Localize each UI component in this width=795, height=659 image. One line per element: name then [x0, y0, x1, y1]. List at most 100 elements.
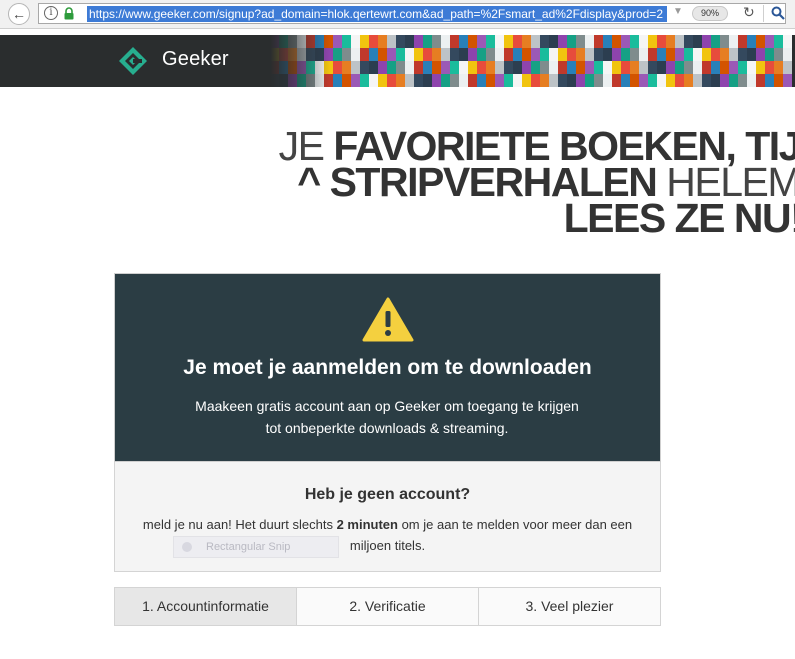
book-cover-tile — [540, 61, 549, 74]
book-cover-tile — [504, 61, 513, 74]
book-cover-tile — [621, 61, 630, 74]
book-cover-tile — [738, 48, 747, 61]
book-cover-tile — [630, 74, 639, 87]
book-cover-tile — [468, 35, 477, 48]
info-icon[interactable]: i — [44, 6, 58, 20]
book-cover-tile — [576, 35, 585, 48]
book-cover-tile — [675, 61, 684, 74]
book-cover-tile — [693, 61, 702, 74]
brand-name[interactable]: Geeker — [162, 48, 229, 71]
book-cover-tile — [360, 35, 369, 48]
snip-label: Rectangular Snip — [206, 541, 291, 553]
book-cover-tile — [603, 48, 612, 61]
book-cover-tile — [495, 48, 504, 61]
toolbar-divider — [763, 5, 764, 22]
book-cover-tile — [414, 74, 423, 87]
book-cover-tile — [567, 61, 576, 74]
book-cover-tile — [711, 61, 720, 74]
back-arrow-icon[interactable]: ← — [8, 3, 30, 25]
book-cover-tile — [657, 74, 666, 87]
book-cover-tile — [639, 74, 648, 87]
book-cover-tile — [648, 61, 657, 74]
book-cover-tile — [603, 61, 612, 74]
book-cover-tile — [765, 35, 774, 48]
book-cover-tile — [729, 74, 738, 87]
no-account-text-bold: 2 minuten — [336, 517, 398, 532]
url-dropdown-icon[interactable]: ▼ — [673, 6, 683, 17]
reload-icon[interactable]: ↻ — [743, 4, 755, 21]
book-cover-tile — [576, 74, 585, 87]
book-cover-tile — [369, 74, 378, 87]
book-cover-tile — [693, 48, 702, 61]
no-account-panel: Heb je geen account? meld je nu aan! Het… — [114, 462, 661, 572]
book-cover-tile — [756, 74, 765, 87]
headline-line-3: LEES ZE NU! — [240, 198, 795, 239]
book-cover-tile — [603, 35, 612, 48]
step-enjoy[interactable]: 3. Veel plezier — [479, 588, 660, 625]
book-cover-tile — [531, 35, 540, 48]
book-cover-tile — [567, 74, 576, 87]
book-cover-tile — [666, 48, 675, 61]
book-cover-tile — [585, 61, 594, 74]
book-cover-tile — [333, 35, 342, 48]
book-cover-tile — [459, 48, 468, 61]
book-cover-tile — [378, 48, 387, 61]
book-cover-tile — [405, 61, 414, 74]
book-cover-tile — [783, 61, 792, 74]
book-cover-tile — [513, 61, 522, 74]
book-cover-tile — [396, 61, 405, 74]
book-cover-tile — [468, 61, 477, 74]
book-cover-tile — [684, 74, 693, 87]
notice-title: Je moet je aanmelden om te downloaden — [183, 356, 592, 379]
book-cover-tile — [612, 35, 621, 48]
book-cover-tile — [684, 48, 693, 61]
book-cover-tile — [558, 35, 567, 48]
book-cover-tile — [333, 74, 342, 87]
book-cover-tile — [738, 74, 747, 87]
book-cover-tile — [720, 48, 729, 61]
book-cover-tile — [378, 61, 387, 74]
book-cover-tile — [450, 48, 459, 61]
book-cover-tile — [387, 35, 396, 48]
rectangular-snip-overlay: Rectangular Snip — [173, 536, 339, 558]
book-cover-tile — [765, 61, 774, 74]
book-cover-tile — [468, 74, 477, 87]
book-cover-tile — [423, 74, 432, 87]
step-account-info[interactable]: 1. Accountinformatie — [115, 588, 297, 625]
book-cover-tile — [702, 61, 711, 74]
book-cover-tile — [423, 48, 432, 61]
book-cover-tile — [522, 35, 531, 48]
book-cover-tile — [621, 48, 630, 61]
book-cover-tile — [729, 35, 738, 48]
book-cover-tile — [504, 35, 513, 48]
book-cover-tile — [675, 35, 684, 48]
url-text[interactable]: https://www.geeker.com/signup?ad_domain=… — [87, 6, 667, 22]
book-cover-tile — [585, 35, 594, 48]
book-cover-tile — [675, 74, 684, 87]
book-cover-tile — [639, 48, 648, 61]
book-cover-tile — [414, 35, 423, 48]
search-icon[interactable] — [771, 6, 785, 20]
zoom-level-badge[interactable]: 90% — [692, 6, 728, 21]
book-cover-tile — [531, 74, 540, 87]
book-cover-tile — [657, 61, 666, 74]
step-verification[interactable]: 2. Verificatie — [297, 588, 479, 625]
warning-icon — [362, 297, 414, 342]
book-cover-tile — [639, 61, 648, 74]
address-bar[interactable]: i https://www.geeker.com/signup?ad_domai… — [38, 3, 786, 24]
book-cover-tile — [522, 48, 531, 61]
book-cover-tile — [783, 35, 792, 48]
book-cover-tile — [441, 48, 450, 61]
book-cover-tile — [477, 35, 486, 48]
book-cover-tile — [486, 74, 495, 87]
book-cover-tile — [720, 35, 729, 48]
book-cover-tile — [342, 35, 351, 48]
book-cover-tile — [765, 74, 774, 87]
book-cover-tile — [369, 61, 378, 74]
book-cover-tile — [540, 74, 549, 87]
geeker-logo-icon[interactable] — [118, 46, 148, 76]
book-cover-tile — [477, 48, 486, 61]
book-cover-tile — [657, 35, 666, 48]
book-cover-tile — [414, 61, 423, 74]
book-cover-tile — [621, 74, 630, 87]
